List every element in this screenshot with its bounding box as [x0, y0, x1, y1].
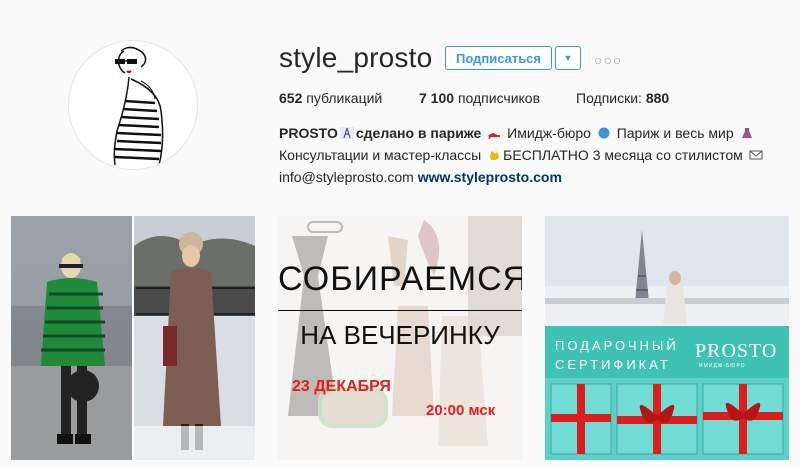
more-options-icon[interactable]: ○○○: [594, 52, 622, 68]
bio-text-1: Имидж-бюро: [507, 125, 591, 141]
posts-count: 652: [279, 90, 303, 106]
post3-line1: ПОДАРОЧНЫЙ: [555, 338, 679, 353]
bio-line2-a: Консультации и мастер-классы: [279, 147, 482, 163]
bio-text-2: Париж и весь мир: [616, 125, 734, 141]
followers-count: 7 100: [419, 90, 455, 106]
post-thumbnail-2[interactable]: СОБИРАЕМСЯ НА ВЕЧЕРИНКУ 23 ДЕКАБРЯ 20:00…: [278, 216, 522, 460]
following-label: Подписки:: [576, 90, 642, 106]
follow-button[interactable]: Подписаться: [445, 46, 553, 70]
eiffel-tower-icon: [339, 127, 354, 139]
post3-line2: СЕРТИФИКАТ: [555, 357, 671, 372]
post3-brand-sub: ИМИДЖ-БЮРО: [699, 363, 746, 369]
post-thumbnail-1[interactable]: [11, 216, 255, 460]
stat-followers[interactable]: 7 100 подписчиков: [419, 90, 540, 106]
globe-icon: [598, 127, 610, 139]
fashion-sketch-icon: [113, 46, 164, 166]
stat-following[interactable]: Подписки: 880: [576, 90, 669, 106]
posts-label: публикаций: [306, 90, 383, 106]
post3-brand: PROSTO: [695, 340, 778, 362]
bio-tagline: сделано в париже: [355, 125, 482, 141]
dress-icon: [741, 128, 752, 138]
followers-label: подписчиков: [457, 90, 541, 106]
post2-date: 23 ДЕКАБРЯ: [292, 378, 391, 395]
post-thumbnail-3[interactable]: ПОДАРОЧНЫЙ СЕРТИФИКАТ PROSTO ИМИДЖ-БЮРО: [545, 216, 789, 460]
envelope-icon: [749, 150, 763, 160]
post2-title-line2: НА ВЕЧЕРИНКУ: [300, 320, 500, 350]
street-style-photo: [11, 216, 255, 460]
profile-avatar[interactable]: [68, 40, 198, 170]
high-heel-icon: [488, 133, 501, 139]
bio-name: PROSTO: [279, 125, 338, 141]
profile-username: style_prosto: [279, 42, 433, 73]
profile-bio: PROSTO сделано в париже Имидж-бюро Париж …: [279, 122, 779, 188]
chevron-down-icon: ▼: [563, 53, 573, 63]
bio-website-link[interactable]: www.styleprosto.com: [418, 169, 562, 185]
bio-line2-b: БЕСПЛАТНО 3 месяца со стилистом: [503, 147, 743, 163]
bio-email: info@styleprosto.com: [279, 169, 414, 185]
following-count: 880: [645, 90, 670, 106]
stat-posts: 652 публикаций: [279, 90, 382, 106]
suggestions-dropdown-button[interactable]: ▼: [555, 46, 581, 70]
post2-title-line1: СОБИРАЕМСЯ: [278, 260, 522, 298]
clapping-hands-icon: [490, 151, 500, 160]
post2-time: 20:00 мск: [426, 402, 496, 419]
